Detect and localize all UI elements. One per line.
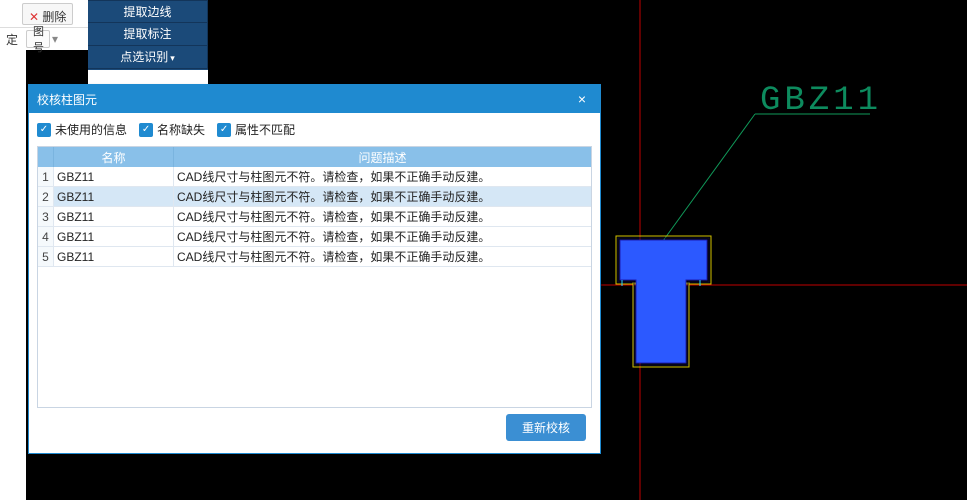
point-select-label: 点选识别	[120, 50, 168, 64]
check-label: 未使用的信息	[55, 121, 127, 138]
drawing-no-label: 图号	[33, 23, 49, 55]
chevron-down-icon[interactable]: ▾	[52, 32, 58, 46]
chevron-down-icon: ▾	[170, 53, 175, 63]
ribbon-group: 提取边线 提取标注 点选识别▾	[88, 0, 208, 70]
issues-table: 名称 问题描述 1 GBZ11 CAD线尺寸与柱图元不符。请检查，如果不正确手动…	[37, 146, 592, 408]
cell-name: GBZ11	[54, 187, 174, 207]
check-unused-info[interactable]: ✓ 未使用的信息	[37, 121, 127, 138]
cell-desc: CAD线尺寸与柱图元不符。请检查，如果不正确手动反建。	[174, 167, 591, 187]
dialog-titlebar[interactable]: 校核柱图元 ×	[29, 85, 600, 113]
cell-desc: CAD线尺寸与柱图元不符。请检查，如果不正确手动反建。	[174, 207, 591, 227]
cell-name: GBZ11	[54, 207, 174, 227]
table-row[interactable]: 5 GBZ11 CAD线尺寸与柱图元不符。请检查，如果不正确手动反建。	[38, 247, 591, 267]
cell-name: GBZ11	[54, 247, 174, 267]
table-row[interactable]: 3 GBZ11 CAD线尺寸与柱图元不符。请检查，如果不正确手动反建。	[38, 207, 591, 227]
cell-desc: CAD线尺寸与柱图元不符。请检查，如果不正确手动反建。	[174, 227, 591, 247]
cell-desc: CAD线尺寸与柱图元不符。请检查，如果不正确手动反建。	[174, 187, 591, 207]
cell-name: GBZ11	[54, 227, 174, 247]
delete-button[interactable]: ✕ 删除	[22, 3, 73, 25]
dialog-title: 校核柱图元	[37, 91, 572, 108]
extract-annotation-button[interactable]: 提取标注	[88, 23, 208, 46]
col-name-header[interactable]: 名称	[54, 147, 174, 167]
checkbox-checked-icon: ✓	[37, 123, 51, 137]
close-icon[interactable]: ×	[572, 91, 592, 107]
filter-checkboxes: ✓ 未使用的信息 ✓ 名称缺失 ✓ 属性不匹配	[37, 121, 592, 138]
table-row[interactable]: 2 GBZ11 CAD线尺寸与柱图元不符。请检查，如果不正确手动反建。	[38, 187, 591, 207]
cad-element-label: GBZ11	[760, 82, 882, 120]
cell-index: 1	[38, 167, 54, 187]
validate-column-dialog: 校核柱图元 × ✓ 未使用的信息 ✓ 名称缺失 ✓ 属性不匹配 名称 问题描述 1 G…	[28, 84, 601, 454]
checkbox-checked-icon: ✓	[139, 123, 153, 137]
cell-desc: CAD线尺寸与柱图元不符。请检查，如果不正确手动反建。	[174, 247, 591, 267]
top-left-toolbar-row2: 定 图号 ▾	[0, 28, 88, 50]
drawing-no-button[interactable]: 图号	[26, 30, 50, 48]
table-row[interactable]: 1 GBZ11 CAD线尺寸与柱图元不符。请检查，如果不正确手动反建。	[38, 167, 591, 187]
cell-index: 3	[38, 207, 54, 227]
cell-index: 5	[38, 247, 54, 267]
cell-index: 4	[38, 227, 54, 247]
delete-label: 删除	[42, 10, 66, 24]
table-header: 名称 问题描述	[38, 147, 591, 167]
table-body: 1 GBZ11 CAD线尺寸与柱图元不符。请检查，如果不正确手动反建。 2 GB…	[38, 167, 591, 407]
left-white-strip	[0, 50, 26, 500]
table-row[interactable]: 4 GBZ11 CAD线尺寸与柱图元不符。请检查，如果不正确手动反建。	[38, 227, 591, 247]
fix-label: 定	[6, 31, 18, 48]
cell-index: 2	[38, 187, 54, 207]
recheck-button[interactable]: 重新校核	[506, 414, 586, 441]
point-select-recognize-button[interactable]: 点选识别▾	[88, 46, 208, 69]
check-label: 属性不匹配	[235, 121, 295, 138]
check-name-missing[interactable]: ✓ 名称缺失	[139, 121, 205, 138]
cell-name: GBZ11	[54, 167, 174, 187]
check-label: 名称缺失	[157, 121, 205, 138]
col-index-header	[38, 147, 54, 167]
extract-edge-button[interactable]: 提取边线	[88, 0, 208, 23]
col-desc-header[interactable]: 问题描述	[174, 147, 591, 167]
checkbox-checked-icon: ✓	[217, 123, 231, 137]
check-attr-mismatch[interactable]: ✓ 属性不匹配	[217, 121, 295, 138]
